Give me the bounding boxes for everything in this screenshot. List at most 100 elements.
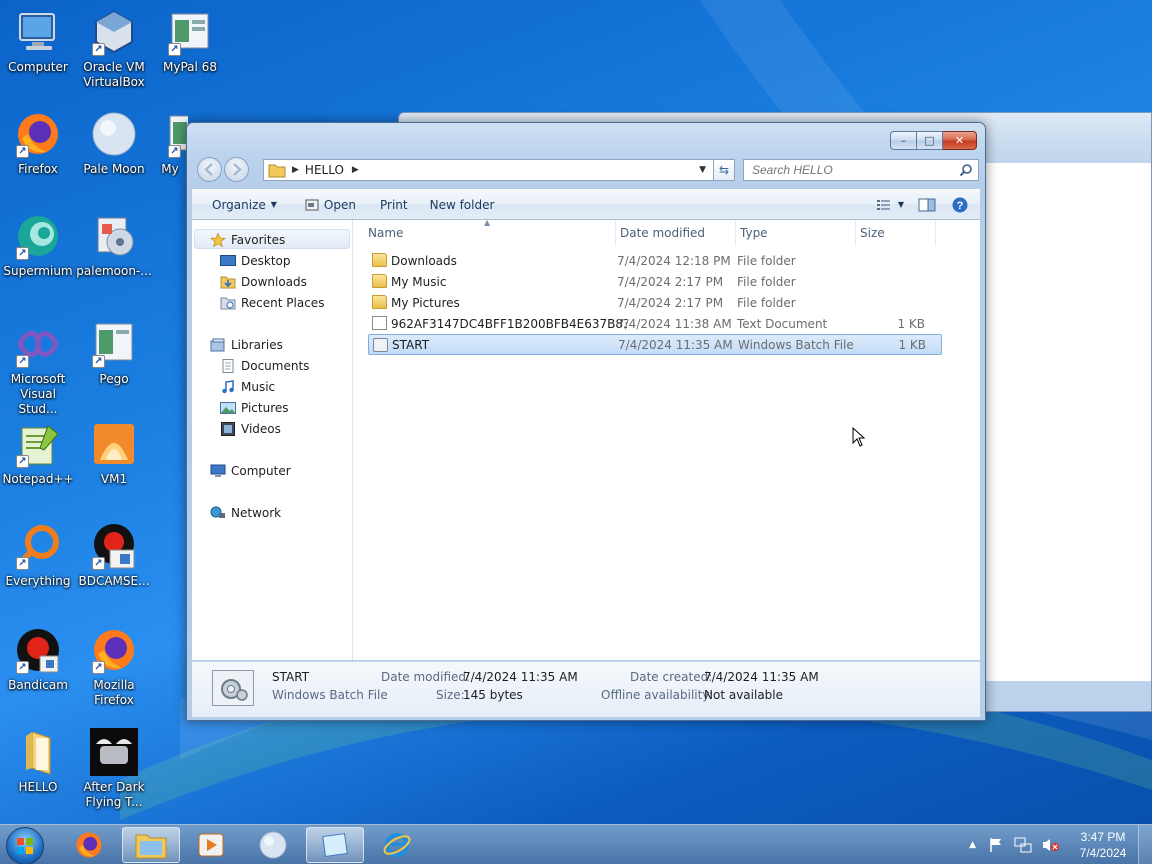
address-dropdown-icon[interactable]: ▼ [699,165,706,175]
details-pane: START Windows Batch File Date modified: … [192,661,980,717]
file-row[interactable]: My Music 7/4/2024 2:17 PM File folder [368,271,942,292]
desktop-icon-mypal[interactable]: ↗ MyPal 68 [152,8,228,75]
taskbar-explorer[interactable] [122,827,180,863]
clock[interactable]: 3:47 PM 7/4/2024 [1068,829,1138,861]
taskbar-firefox[interactable] [60,827,118,863]
search-input[interactable] [744,160,944,180]
desktop-icon-mozilla-firefox[interactable]: ↗ Mozilla Firefox [76,626,152,708]
background-window-content [985,163,1151,681]
breadcrumb-chevron-icon[interactable]: ▶ [292,165,299,175]
volume-muted-icon[interactable] [1042,837,1060,853]
desktop-icon-pego[interactable]: ↗ Pego [76,320,152,387]
close-button[interactable]: ✕ [943,131,977,150]
taskbar: ▲ 3:47 PM 7/4/2024 [0,824,1152,864]
show-hidden-icons-button[interactable]: ▲ [969,840,976,850]
refresh-button[interactable]: ⇆ [713,159,735,181]
taskbar-media-player[interactable] [182,827,240,863]
details-offline: Not available [704,688,784,702]
folder-icon [372,295,387,309]
file-row[interactable]: Downloads 7/4/2024 12:18 PM File folder [368,250,942,271]
nav-libraries[interactable]: Libraries [210,335,283,355]
nav-downloads[interactable]: Downloads [220,272,307,292]
desktop-icon-computer[interactable]: Computer [0,8,76,75]
show-desktop-button[interactable] [1138,825,1152,864]
details-date-created-label: Date created: [630,670,713,684]
nav-computer[interactable]: Computer [210,461,291,481]
desktop-icon-virtualbox[interactable]: ↗ Oracle VM VirtualBox [76,8,152,90]
file-row-selected[interactable]: START 7/4/2024 11:35 AM Windows Batch Fi… [368,334,942,355]
column-header-size[interactable]: Size [856,220,936,246]
taskbar-pale-moon[interactable] [244,827,302,863]
file-list[interactable]: ▲ Name Date modified Type Size Downloads… [354,218,980,660]
details-date-created: 7/4/2024 11:35 AM [704,670,819,684]
mypal-icon: ↗ [166,8,214,56]
network-icon[interactable] [1014,837,1032,853]
new-folder-button[interactable]: New folder [418,190,505,219]
breadcrumb-chevron-icon[interactable]: ▶ [352,165,359,175]
supermium-icon: ↗ [14,212,62,260]
nav-videos[interactable]: Videos [220,419,281,439]
preview-pane-button[interactable] [910,190,944,219]
navigation-pane[interactable]: Favorites Desktop Downloads Recent Place… [192,220,353,660]
desktop-icon-bdcamse[interactable]: ↗ BDCAMSE... [76,522,152,589]
desktop-icon-bandicam[interactable]: ↗ Bandicam [0,626,76,693]
maximize-button[interactable]: □ [917,131,943,150]
clock-time: 3:47 PM [1080,830,1126,844]
bandicam-icon: ↗ [14,626,62,674]
nav-network[interactable]: Network [210,503,281,523]
address-bar[interactable]: ▶ HELLO ▶ ▼ [263,159,735,181]
downloads-icon [220,276,236,289]
desktop-icon-notepadpp[interactable]: ↗ Notepad++ [0,420,76,487]
desktop-icon-visual-studio[interactable]: ↗ Microsoft Visual Stud... [0,320,76,417]
nav-desktop[interactable]: Desktop [220,251,291,271]
desktop-icon-firefox[interactable]: ↗ Firefox [0,110,76,177]
minimize-button[interactable]: – [890,131,917,150]
column-header-name[interactable]: Name [354,220,616,246]
batch-file-gear-icon [212,670,254,706]
bandicam-setup-icon: ↗ [90,522,138,570]
breadcrumb-hello[interactable]: HELLO [305,163,344,177]
nav-music[interactable]: Music [220,377,275,397]
nav-documents[interactable]: Documents [220,356,309,376]
column-header-date-modified[interactable]: Date modified [616,220,736,246]
view-options-icon [876,199,890,210]
action-center-flag-icon[interactable] [988,837,1004,853]
desktop-icon-palemoon-installer[interactable]: palemoon-... [76,212,152,279]
forward-button[interactable] [224,157,249,182]
desktop-icon-my[interactable]: ↗ My [152,110,188,177]
desktop-icon [220,255,236,266]
open-button[interactable]: Open [287,190,366,219]
details-date-modified: 7/4/2024 11:35 AM [463,670,578,684]
windows-logo-icon [17,838,33,854]
desktop-icon-everything[interactable]: ↗ Everything [0,522,76,589]
desktop-icon-palemoon[interactable]: Pale Moon [76,110,152,177]
system-tray: ▲ 3:47 PM 7/4/2024 [969,825,1152,864]
desktop-icon-vm1[interactable]: VM1 [76,420,152,487]
organize-button[interactable]: Organize ▼ [192,190,287,219]
file-date: 7/4/2024 2:17 PM [617,295,724,310]
file-row[interactable]: 962AF3147DC4BFF1B200BFB4E637B8384A... 7/… [368,313,942,334]
taskbar-internet-explorer[interactable] [368,827,426,863]
help-icon: ? [952,197,968,212]
desktop-icon-hello-folder[interactable]: HELLO [0,728,76,795]
start-button[interactable] [6,827,44,864]
column-header-type[interactable]: Type [736,220,856,246]
nav-pictures[interactable]: Pictures [220,398,289,418]
back-button[interactable] [197,157,222,182]
search-icon[interactable] [959,163,973,177]
file-row[interactable]: My Pictures 7/4/2024 2:17 PM File folder [368,292,942,313]
help-button[interactable]: ? [944,190,980,219]
desktop-icon-after-dark[interactable]: After Dark Flying T... [76,728,152,810]
vm1-icon [90,420,138,468]
print-button[interactable]: Print [366,190,418,219]
explorer-window[interactable]: – □ ✕ ▶ HELLO ▶ ▼ ⇆ Organize ▼ Open [186,122,986,721]
file-date: 7/4/2024 11:38 AM [617,316,732,331]
desktop-icon-supermium[interactable]: ↗ Supermium [0,212,76,279]
nav-favorites[interactable]: Favorites [210,230,285,250]
taskbar-notepad[interactable] [306,827,364,863]
change-view-button[interactable]: ▼ [870,190,910,219]
firefox-icon: ↗ [14,110,62,158]
nav-recent-places[interactable]: Recent Places [220,293,324,313]
search-box[interactable] [743,159,979,181]
installer-icon [90,212,138,260]
